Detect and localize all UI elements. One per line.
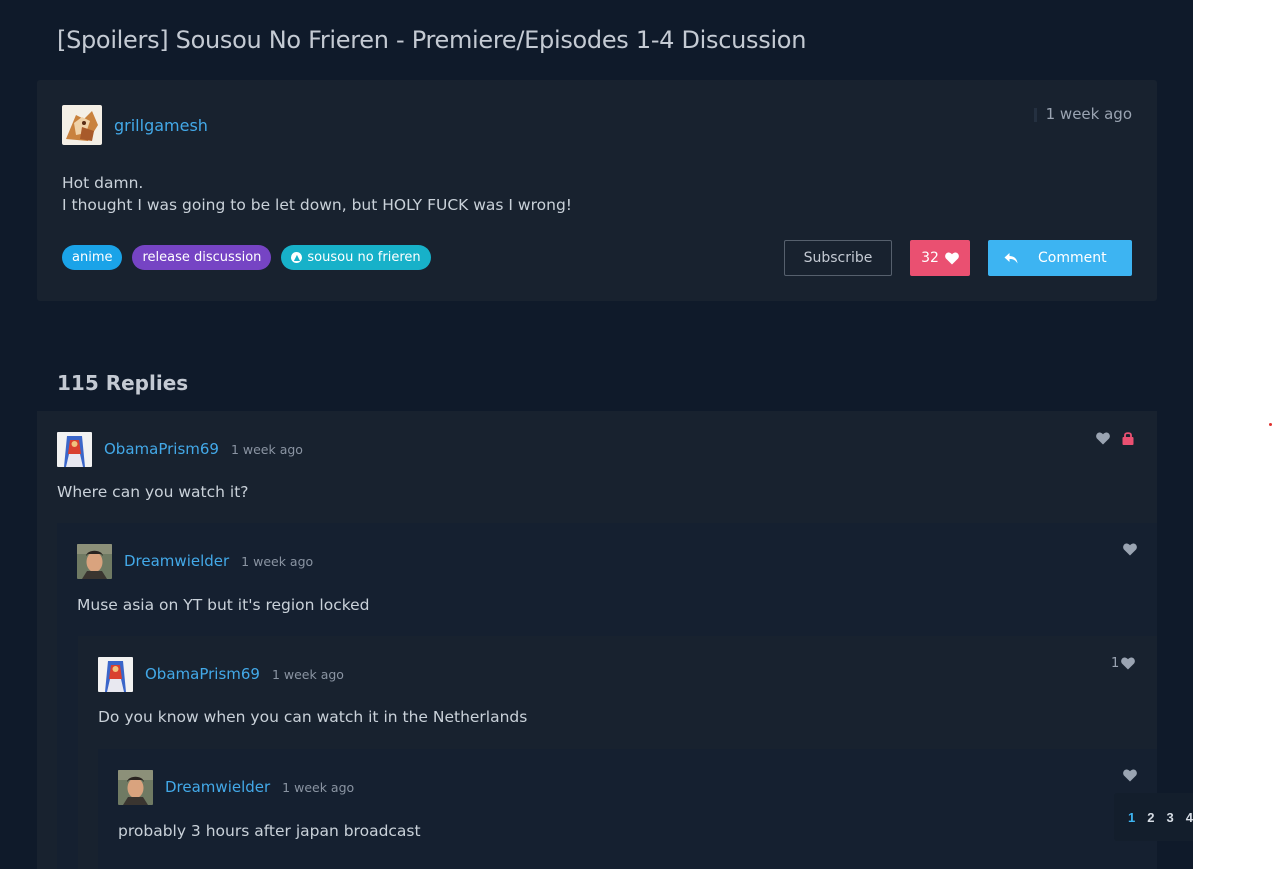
like-count: 32 — [921, 250, 939, 266]
reply-header: ObamaPrism69 1 week ago — [98, 656, 344, 692]
reply-actions — [1123, 543, 1137, 556]
op-author-link[interactable]: grillgamesh — [114, 116, 208, 135]
time-divider — [1034, 108, 1037, 122]
anilist-icon: ▲ — [291, 252, 303, 263]
reply-like-count: 1 — [1111, 656, 1120, 671]
heart-icon[interactable] — [1121, 657, 1136, 670]
reply-header: Dreamwielder 1 week ago — [77, 543, 313, 579]
heart-icon[interactable] — [1123, 769, 1137, 782]
replies-heading: 115 Replies — [57, 371, 189, 395]
like-button[interactable]: 32 — [910, 240, 970, 276]
heart-icon — [945, 251, 959, 264]
lock-icon[interactable] — [1122, 431, 1134, 445]
op-body-line: Hot damn. — [62, 174, 144, 192]
thread-title: [Spoilers] Sousou No Frieren - Premiere/… — [57, 26, 807, 54]
op-body: Hot damn. I thought I was going to be le… — [62, 172, 572, 216]
reply-actions: 1 — [1111, 656, 1136, 671]
page-2-link[interactable]: 2 — [1147, 810, 1154, 825]
reply-author-link[interactable]: Dreamwielder — [165, 778, 270, 796]
op-avatar[interactable] — [62, 105, 102, 145]
reply-text: Where can you watch it? — [57, 483, 249, 501]
page-1-link[interactable]: 1 — [1128, 810, 1135, 825]
reply-actions — [1096, 431, 1134, 445]
reply-header: Dreamwielder 1 week ago — [118, 769, 354, 805]
reply-author-link[interactable]: ObamaPrism69 — [145, 665, 260, 683]
reply-avatar[interactable] — [77, 543, 112, 579]
tag-release-discussion[interactable]: release discussion — [132, 245, 272, 270]
heart-icon[interactable] — [1123, 543, 1137, 556]
op-body-line: I thought I was going to be let down, bu… — [62, 196, 572, 214]
reply-avatar[interactable] — [118, 769, 153, 805]
page-3-link[interactable]: 3 — [1166, 810, 1173, 825]
reply-icon — [1004, 251, 1018, 265]
reply-actions — [1123, 769, 1137, 782]
cursor-marker — [1269, 423, 1272, 426]
subscribe-button[interactable]: Subscribe — [784, 240, 892, 276]
heart-icon[interactable] — [1096, 431, 1110, 445]
reply-author-link[interactable]: ObamaPrism69 — [104, 440, 219, 458]
page-4-link[interactable]: 4 — [1186, 810, 1193, 825]
reply-text: Muse asia on YT but it's region locked — [77, 596, 370, 614]
reply-thread: Dreamwielder 1 week ago Muse asia on YT … — [57, 523, 1157, 869]
reply-timestamp: 1 week ago — [241, 553, 314, 569]
reply-timestamp: 1 week ago — [230, 441, 303, 457]
comment-button[interactable]: Comment — [988, 240, 1132, 276]
reply-avatar[interactable] — [98, 656, 133, 692]
reply-avatar[interactable] — [57, 431, 92, 467]
reply-timestamp: 1 week ago — [271, 666, 344, 682]
reply-thread: Dreamwielder 1 week ago probably 3 hours… — [98, 749, 1157, 869]
reply-timestamp: 1 week ago — [282, 779, 355, 795]
tag-list: anime release discussion ▲ sousou no fri… — [62, 245, 431, 270]
comment-label: Comment — [1038, 250, 1107, 266]
reply-text: probably 3 hours after japan broadcast — [118, 822, 421, 840]
reply-thread: ObamaPrism69 1 week ago Do you know when… — [78, 636, 1157, 869]
tag-label: sousou no frieren — [307, 250, 421, 265]
thread-post: grillgamesh 1 week ago Hot damn. I thoug… — [37, 80, 1157, 301]
reply-text: Do you know when you can watch it in the… — [98, 708, 528, 726]
op-timestamp: 1 week ago — [1045, 105, 1132, 123]
tag-sousou-no-frieren[interactable]: ▲ sousou no frieren — [281, 245, 431, 270]
reply-header: ObamaPrism69 1 week ago — [57, 431, 303, 467]
pagination: 1 2 3 4 — [1114, 793, 1193, 841]
reply-author-link[interactable]: Dreamwielder — [124, 552, 229, 570]
tag-anime[interactable]: anime — [62, 245, 123, 270]
forum-thread-page: [Spoilers] Sousou No Frieren - Premiere/… — [0, 0, 1193, 869]
reply-thread: ObamaPrism69 1 week ago Where can you wa… — [37, 411, 1157, 869]
